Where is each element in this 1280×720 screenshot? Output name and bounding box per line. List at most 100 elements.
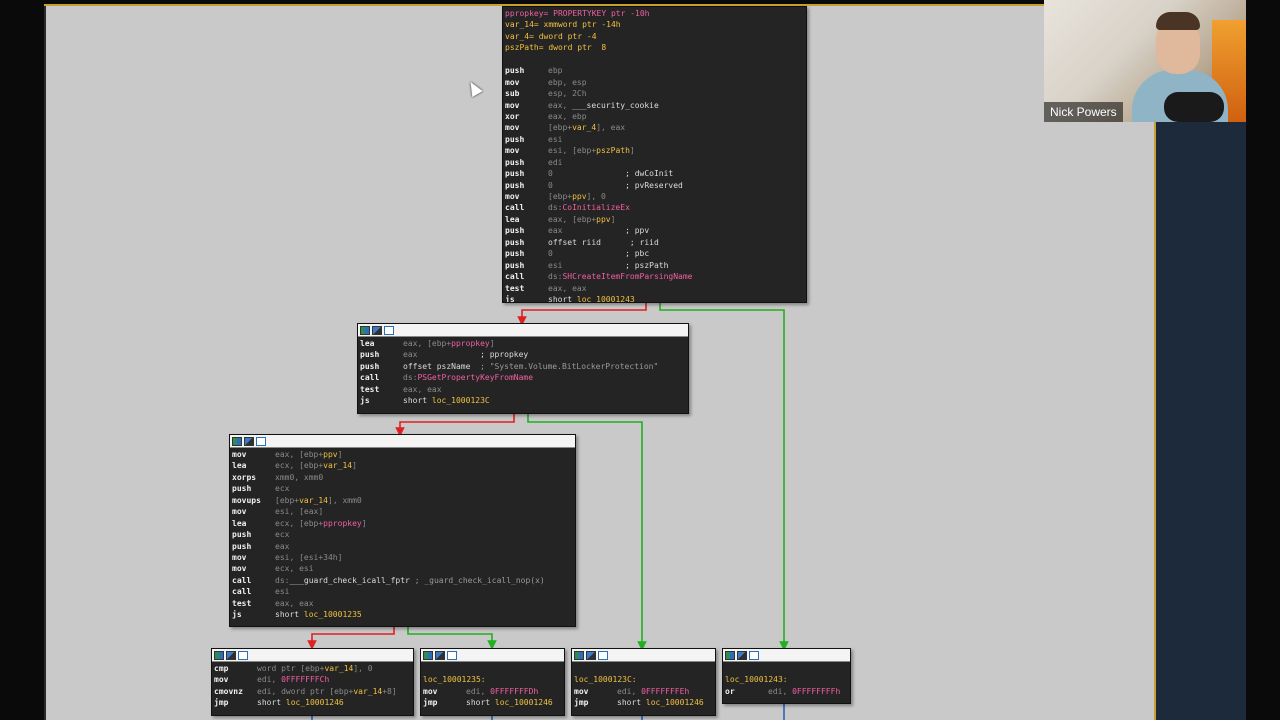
code-line[interactable]: call ds: ___guard_check_icall_fptr ; _guar… <box>232 575 573 586</box>
code-line[interactable]: var_14= xmmword ptr -14h <box>505 19 804 30</box>
code-block-main[interactable]: ppropkey= PROPERTYKEY ptr -10h var_14= xm… <box>502 6 807 303</box>
operand: SHCreateItemFromParsingName <box>562 272 693 282</box>
code-line[interactable]: push eax ; ppv <box>505 225 804 236</box>
graph-group-icon[interactable] <box>238 650 248 660</box>
code-line[interactable] <box>725 663 848 674</box>
graph-group-icon[interactable] <box>447 650 457 660</box>
mnemonic: mov <box>214 675 229 685</box>
mnemonic: jmp <box>423 698 438 708</box>
code-line[interactable]: mov esi, [eax] <box>232 506 573 517</box>
code-line[interactable]: push esi <box>505 134 804 145</box>
code-block-cmp[interactable]: cmp word ptr [ebp+ var_14], 0 mov edi, 0FFFF… <box>211 648 414 716</box>
code-line[interactable]: jmp short loc_10001246 <box>574 697 713 708</box>
code-line[interactable]: push edi <box>505 157 804 168</box>
code-line[interactable]: call ds: SHCreateItemFromParsingName <box>505 271 804 282</box>
code-line[interactable]: push ebp <box>505 65 804 76</box>
code-line[interactable]: sub esp, 2Ch <box>505 88 804 99</box>
code-line[interactable]: jmp short loc_10001246 <box>423 697 562 708</box>
graph-color-icon[interactable] <box>232 436 242 446</box>
code-block-loc-1000123c[interactable]: loc_1000123C: mov edi, 0FFFFFFFEh jmp short … <box>571 648 716 716</box>
code-block-propkey[interactable]: lea eax, [ebp+ ppropkey] push eax ; ppropkey… <box>357 323 689 414</box>
graph-group-icon[interactable] <box>749 650 759 660</box>
code-line[interactable] <box>574 663 713 674</box>
code-line[interactable]: lea eax, [ebp+ ppropkey] <box>360 338 686 349</box>
code-line[interactable]: lea eax, [ebp+ ppv] <box>505 214 804 225</box>
operand: short <box>257 698 286 708</box>
operand: ds: <box>275 575 290 585</box>
operand: ] <box>352 461 357 471</box>
right-frame <box>1246 0 1280 720</box>
graph-color-icon[interactable] <box>423 650 433 660</box>
code-block-getvalue[interactable]: mov eax, [ebp+ ppv] lea ecx, [ebp+ var_14] xor… <box>229 434 576 627</box>
code-line[interactable]: js short loc_10001243 <box>505 294 804 302</box>
code-line[interactable]: mov eax, [ebp+ ppv] <box>232 449 573 460</box>
code-line[interactable]: push 0 ; pvReserved <box>505 180 804 191</box>
code-line[interactable]: ppropkey= PROPERTYKEY ptr -10h <box>505 8 804 19</box>
code-line[interactable]: push offset riid ; riid <box>505 237 804 248</box>
code-line[interactable]: loc_10001235: <box>423 674 562 685</box>
code-line[interactable]: test eax, eax <box>505 283 804 294</box>
code-line[interactable]: call esi <box>232 586 573 597</box>
graph-color-icon[interactable] <box>725 650 735 660</box>
graph-edit-icon[interactable] <box>737 650 747 660</box>
code-block-loc-10001235[interactable]: loc_10001235: mov edi, 0FFFFFFFDh jmp short … <box>420 648 565 716</box>
code-line[interactable]: push offset pszName ; "System.Volume.BitL… <box>360 361 686 372</box>
code-line[interactable]: loc_10001243: <box>725 674 848 685</box>
code-line[interactable]: xor eax, ebp <box>505 111 804 122</box>
code-line[interactable]: jmp short loc_10001246 <box>214 697 411 708</box>
code-line[interactable]: test eax, eax <box>232 598 573 609</box>
code-line[interactable]: push 0 ; dwCoInit <box>505 168 804 179</box>
graph-edit-icon[interactable] <box>435 650 445 660</box>
code-line[interactable]: push eax ; ppropkey <box>360 349 686 360</box>
code-line[interactable]: mov ebp, esp <box>505 77 804 88</box>
code-line[interactable]: call ds: PSGetPropertyKeyFromName <box>360 372 686 383</box>
code-line[interactable]: mov edi, 0FFFFFFFEh <box>574 686 713 697</box>
code-line[interactable]: mov edi, 0FFFFFFFCh <box>214 674 411 685</box>
graph-edit-icon[interactable] <box>226 650 236 660</box>
code-line[interactable]: or edi, 0FFFFFFFFh <box>725 686 848 697</box>
code-line[interactable]: cmovnz edi, dword ptr [ebp+ var_14 +8] <box>214 686 411 697</box>
mnemonic: push <box>505 260 525 270</box>
code-line[interactable]: test eax, eax <box>360 384 686 395</box>
graph-group-icon[interactable] <box>598 650 608 660</box>
graph-edit-icon[interactable] <box>244 436 254 446</box>
graph-edit-icon[interactable] <box>586 650 596 660</box>
code-line[interactable]: var_4= dword ptr -4 <box>505 31 804 42</box>
operand: ebp <box>548 66 563 76</box>
graph-color-icon[interactable] <box>360 325 370 335</box>
code-line[interactable]: push ecx <box>232 483 573 494</box>
graph-color-icon[interactable] <box>214 650 224 660</box>
operand: ; dwCoInit <box>625 169 674 179</box>
code-line[interactable]: lea ecx, [ebp+ var_14] <box>232 460 573 471</box>
code-line[interactable]: mov [ebp+ ppv], 0 <box>505 191 804 202</box>
code-line[interactable]: mov [ebp+ var_4], eax <box>505 122 804 133</box>
mnemonic: sub <box>505 89 520 99</box>
code-line[interactable]: mov esi, [esi+34h] <box>232 552 573 563</box>
code-line[interactable]: js short loc_1000123C <box>360 395 686 406</box>
code-line[interactable]: xorps xmm0, xmm0 <box>232 472 573 483</box>
graph-color-icon[interactable] <box>574 650 584 660</box>
graph-edit-icon[interactable] <box>372 325 382 335</box>
code-line[interactable]: pszPath= dword ptr 8 <box>505 42 804 53</box>
code-line[interactable]: mov edi, 0FFFFFFFDh <box>423 686 562 697</box>
code-line[interactable]: mov esi, [ebp+ pszPath] <box>505 145 804 156</box>
code-line[interactable]: call ds: CoInitializeEx <box>505 202 804 213</box>
code-line[interactable]: push 0 ; pbc <box>505 248 804 259</box>
code-line[interactable]: loc_1000123C: <box>574 674 713 685</box>
code-line[interactable]: js short loc_10001235 <box>232 609 573 620</box>
code-line[interactable]: mov ecx, esi <box>232 563 573 574</box>
code-line[interactable] <box>505 54 804 65</box>
code-line[interactable]: lea ecx, [ebp+ ppropkey] <box>232 518 573 529</box>
code-line[interactable]: push ecx <box>232 529 573 540</box>
operand: ; ppropkey <box>480 350 529 360</box>
code-line[interactable]: push eax <box>232 541 573 552</box>
mnemonic: test <box>360 384 380 394</box>
code-line[interactable]: cmp word ptr [ebp+ var_14], 0 <box>214 663 411 674</box>
code-line[interactable]: movups [ebp+ var_14], xmm0 <box>232 495 573 506</box>
graph-group-icon[interactable] <box>256 436 266 446</box>
code-line[interactable]: push esi ; pszPath <box>505 260 804 271</box>
graph-group-icon[interactable] <box>384 325 394 335</box>
code-block-loc-10001243[interactable]: loc_10001243: or edi, 0FFFFFFFFh <box>722 648 851 704</box>
code-line[interactable]: mov eax, ___security_cookie <box>505 100 804 111</box>
code-line[interactable] <box>423 663 562 674</box>
